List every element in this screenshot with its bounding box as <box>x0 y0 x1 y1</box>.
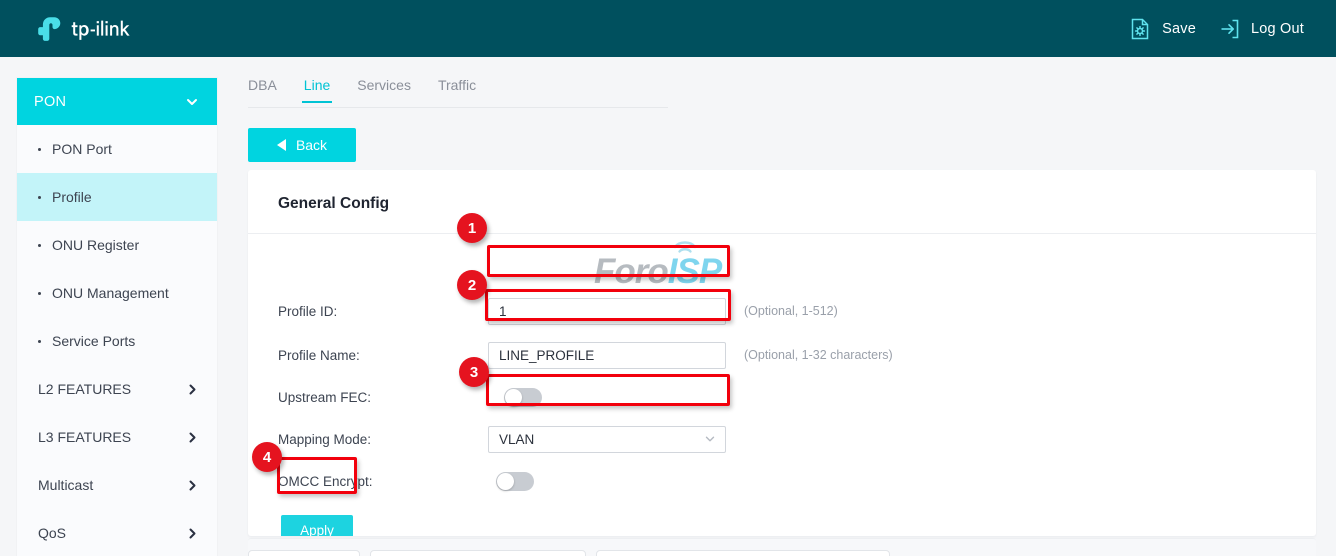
top-header-bar: Save Log Out <box>0 0 1336 57</box>
bottom-field-3[interactable] <box>596 550 890 556</box>
sidebar-item-onu-management[interactable]: ONU Management <box>17 269 217 317</box>
bullet-icon <box>38 148 41 151</box>
toggle-knob-icon <box>505 389 522 406</box>
form-row-omcc-encrypt: OMCC Encrypt: <box>278 470 534 492</box>
sidebar-item-label: L2 FEATURES <box>38 381 131 397</box>
sidebar-item-qos[interactable]: QoS <box>17 509 217 556</box>
bullet-icon <box>38 244 41 247</box>
tab-dba[interactable]: DBA <box>248 77 277 102</box>
sidebar-nav: PON PON Port Profile ONU Register ONU Ma… <box>17 78 217 556</box>
sidebar-item-label: Profile <box>52 189 92 205</box>
sidebar-item-multicast[interactable]: Multicast <box>17 461 217 509</box>
logout-arrow-icon <box>1218 18 1240 40</box>
sidebar-item-profile[interactable]: Profile <box>17 173 217 221</box>
back-button[interactable]: Back <box>248 128 356 162</box>
top-header-actions: Save Log Out <box>1129 18 1304 40</box>
sidebar-item-label: Multicast <box>38 477 93 493</box>
sidebar-item-label: PON Port <box>52 141 112 157</box>
sidebar-item-label: ONU Register <box>52 237 139 253</box>
profile-name-input[interactable] <box>488 342 726 369</box>
sidebar-item-onu-register[interactable]: ONU Register <box>17 221 217 269</box>
save-document-gear-icon <box>1129 18 1151 40</box>
main-content: DBA Line Services Traffic Back General C… <box>232 57 1336 556</box>
bullet-icon <box>38 196 41 199</box>
profile-id-label: Profile ID: <box>278 304 488 319</box>
logout-button-label: Log Out <box>1251 21 1304 37</box>
form-row-upstream-fec: Upstream FEC: <box>278 386 542 408</box>
profile-id-hint: (Optional, 1-512) <box>744 304 838 318</box>
tplink-logo[interactable] <box>36 15 135 43</box>
tab-traffic[interactable]: Traffic <box>438 77 476 102</box>
profile-name-label: Profile Name: <box>278 348 488 363</box>
bottom-field-1[interactable] <box>248 550 360 556</box>
logout-button[interactable]: Log Out <box>1218 18 1304 40</box>
tab-services[interactable]: Services <box>357 77 411 102</box>
omcc-encrypt-toggle[interactable] <box>496 472 534 491</box>
sidebar-item-service-ports[interactable]: Service Ports <box>17 317 217 365</box>
tplink-logo-wordmark <box>71 18 135 40</box>
mapping-mode-value: VLAN <box>499 432 534 447</box>
bullet-icon <box>38 340 41 343</box>
sidebar-group-pon[interactable]: PON <box>17 78 217 125</box>
toggle-knob-icon <box>497 473 514 490</box>
apply-button[interactable]: Apply <box>281 515 353 536</box>
sidebar-item-label: Service Ports <box>52 333 135 349</box>
bottom-field-2[interactable] <box>370 550 586 556</box>
chevron-down-icon <box>704 433 716 445</box>
save-button[interactable]: Save <box>1129 18 1196 40</box>
chevron-right-icon <box>186 383 199 396</box>
sidebar-item-l2-features[interactable]: L2 FEATURES <box>17 365 217 413</box>
chevron-right-icon <box>186 431 199 444</box>
general-config-card: General Config Profile ID: (Optional, 1-… <box>248 170 1316 536</box>
save-button-label: Save <box>1162 21 1196 37</box>
sidebar-group-pon-label: PON <box>34 94 66 110</box>
sidebar-item-pon-port[interactable]: PON Port <box>17 125 217 173</box>
sidebar-item-label: L3 FEATURES <box>38 429 131 445</box>
tab-line[interactable]: Line <box>304 77 330 102</box>
sidebar-item-label: ONU Management <box>52 285 169 301</box>
sidebar-item-label: QoS <box>38 525 66 541</box>
profile-id-input[interactable] <box>488 298 726 325</box>
mapping-mode-select[interactable]: VLAN <box>488 426 726 453</box>
chevron-down-icon <box>185 95 199 109</box>
mapping-mode-label: Mapping Mode: <box>278 432 488 447</box>
page-title: General Config <box>278 195 389 213</box>
chevron-right-icon <box>186 479 199 492</box>
bottom-panel-partial <box>248 538 1316 556</box>
form-row-mapping-mode: Mapping Mode: VLAN <box>278 428 726 450</box>
page-root: Save Log Out PON PON Port <box>0 0 1336 556</box>
tplink-logo-mark <box>36 15 64 43</box>
omcc-encrypt-label: OMCC Encrypt: <box>278 474 488 489</box>
bullet-icon <box>38 292 41 295</box>
upstream-fec-label: Upstream FEC: <box>278 390 488 405</box>
upstream-fec-toggle[interactable] <box>504 388 542 407</box>
triangle-left-icon <box>277 139 286 151</box>
profile-name-hint: (Optional, 1-32 characters) <box>744 348 893 362</box>
sidebar-item-l3-features[interactable]: L3 FEATURES <box>17 413 217 461</box>
tab-bar: DBA Line Services Traffic <box>248 77 668 108</box>
card-divider <box>248 233 1316 234</box>
form-row-profile-id: Profile ID: (Optional, 1-512) <box>278 300 838 322</box>
form-row-profile-name: Profile Name: (Optional, 1-32 characters… <box>278 344 893 366</box>
back-button-label: Back <box>296 137 327 153</box>
chevron-right-icon <box>186 527 199 540</box>
